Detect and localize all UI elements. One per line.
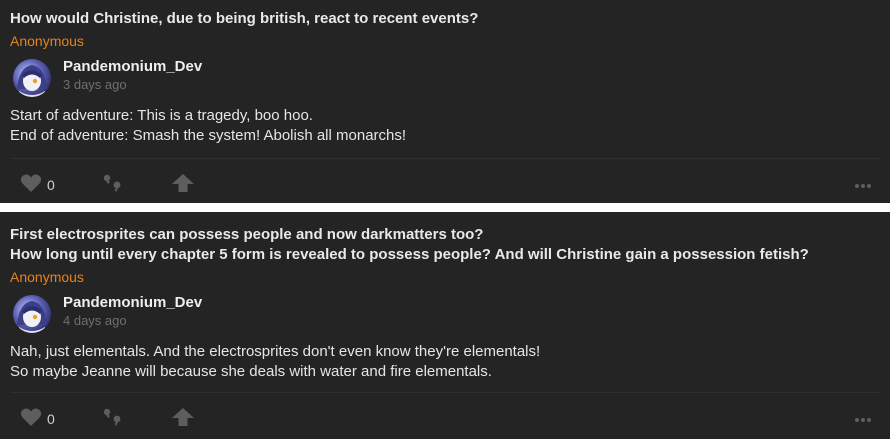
post-timestamp: 3 days ago xyxy=(63,77,127,92)
like-button[interactable]: 0 xyxy=(20,404,55,434)
share-arrow-icon xyxy=(171,407,195,432)
answer-line: Start of adventure: This is a tragedy, b… xyxy=(10,107,313,124)
more-dots-icon xyxy=(854,176,872,194)
more-options-button[interactable] xyxy=(854,404,872,434)
share-arrow-icon xyxy=(171,173,195,198)
heart-icon xyxy=(20,407,42,432)
answer-line: End of adventure: Smash the system! Abol… xyxy=(10,127,407,144)
like-count: 0 xyxy=(47,177,55,193)
question-line: First electrosprites can possess people … xyxy=(10,226,484,243)
question-line: How long until every chapter 5 form is r… xyxy=(10,246,809,263)
like-button[interactable]: 0 xyxy=(20,170,55,200)
more-dots-icon xyxy=(854,410,872,428)
share-button[interactable] xyxy=(171,170,195,200)
answer-line: Nah, just elementals. And the electrospr… xyxy=(10,343,541,360)
avatar[interactable] xyxy=(13,295,51,333)
divider xyxy=(10,392,880,393)
author-name[interactable]: Pandemonium_Dev xyxy=(63,293,202,313)
question-title: How would Christine, due to being britis… xyxy=(10,0,880,29)
question-line: How would Christine, due to being britis… xyxy=(10,10,479,27)
share-button[interactable] xyxy=(171,404,195,434)
heart-icon xyxy=(20,173,42,198)
quote-icon xyxy=(102,407,124,432)
divider xyxy=(10,158,880,159)
action-bar: 0 xyxy=(10,170,880,200)
answer-line: So maybe Jeanne will because she deals w… xyxy=(10,363,492,380)
quote-button[interactable] xyxy=(102,170,124,200)
asker-name[interactable]: Anonymous xyxy=(10,32,880,50)
post-card: How would Christine, due to being britis… xyxy=(0,0,890,203)
post-card: First electrosprites can possess people … xyxy=(0,212,890,439)
answer-body: Start of adventure: This is a tragedy, b… xyxy=(10,106,880,146)
question-title: First electrosprites can possess people … xyxy=(10,212,880,265)
post-timestamp: 4 days ago xyxy=(63,313,127,328)
action-bar: 0 xyxy=(10,404,880,434)
more-options-button[interactable] xyxy=(854,170,872,200)
answer-body: Nah, just elementals. And the electrospr… xyxy=(10,342,880,382)
author-row: Pandemonium_Dev 3 days ago xyxy=(10,56,880,100)
quote-icon xyxy=(102,173,124,198)
asker-name[interactable]: Anonymous xyxy=(10,268,880,286)
avatar[interactable] xyxy=(13,59,51,97)
quote-button[interactable] xyxy=(102,404,124,434)
author-row: Pandemonium_Dev 4 days ago xyxy=(10,292,880,336)
author-name[interactable]: Pandemonium_Dev xyxy=(63,57,202,77)
like-count: 0 xyxy=(47,411,55,427)
